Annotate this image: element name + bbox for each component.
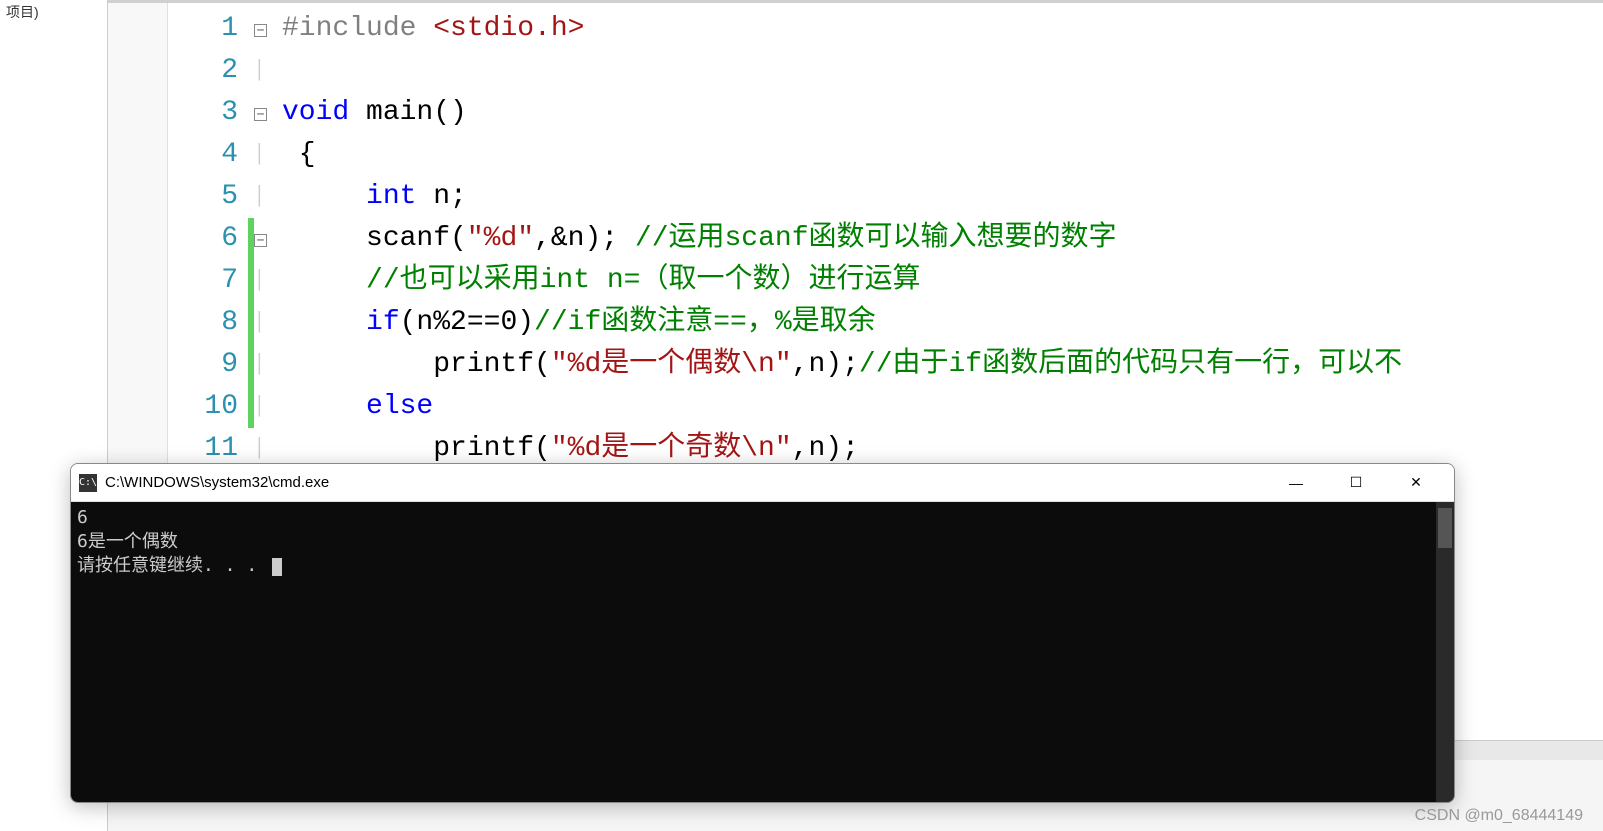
token-keyword: void <box>282 97 349 128</box>
token-plain <box>282 265 366 296</box>
code-line[interactable]: else <box>282 386 1603 428</box>
line-number: 7 <box>168 260 238 302</box>
fold-toggle-icon[interactable]: − <box>254 24 267 37</box>
console-scrollbar[interactable] <box>1436 502 1454 802</box>
code-line[interactable]: { <box>282 134 1603 176</box>
code-line[interactable]: int n; <box>282 176 1603 218</box>
cursor-icon <box>272 558 282 576</box>
panel-label: 项目) <box>6 4 39 20</box>
code-line[interactable]: #include <stdio.h> <box>282 8 1603 50</box>
change-marker <box>248 302 254 344</box>
token-preproc: #include <box>282 13 433 44</box>
line-number: 4 <box>168 134 238 176</box>
line-number: 9 <box>168 344 238 386</box>
console-window[interactable]: C:\ C:\WINDOWS\system32\cmd.exe — ☐ ✕ 66… <box>70 463 1455 803</box>
token-plain: ,&n); <box>534 223 635 254</box>
line-number: 2 <box>168 50 238 92</box>
cmd-icon: C:\ <box>79 474 97 492</box>
token-plain: { <box>282 139 316 170</box>
scrollbar-thumb[interactable] <box>1438 508 1452 548</box>
token-keyword: if <box>366 307 400 338</box>
watermark-text: CSDN @m0_68444149 <box>1415 807 1583 825</box>
code-line[interactable]: printf("%d是一个偶数\n",n);//由于if函数后面的代码只有一行，… <box>282 344 1603 386</box>
console-line: 6 <box>77 506 1448 530</box>
line-number: 10 <box>168 386 238 428</box>
token-string: "%d" <box>467 223 534 254</box>
token-plain: ,n); <box>792 349 859 380</box>
console-line: 请按任意键继续. . . <box>77 554 1448 578</box>
minimize-button[interactable]: — <box>1266 464 1326 502</box>
token-comment: //由于if函数后面的代码只有一行，可以不 <box>859 349 1402 380</box>
token-comment: //if函数注意==，%是取余 <box>534 307 876 338</box>
token-keyword: int <box>366 181 416 212</box>
code-line[interactable]: scanf("%d",&n); //运用scanf函数可以输入想要的数字 <box>282 218 1603 260</box>
token-plain <box>282 391 366 422</box>
code-line[interactable]: void main() <box>282 92 1603 134</box>
token-plain: scanf( <box>282 223 467 254</box>
window-controls: — ☐ ✕ <box>1266 464 1446 502</box>
code-line[interactable]: if(n%2==0)//if函数注意==，%是取余 <box>282 302 1603 344</box>
change-marker <box>248 344 254 386</box>
line-number: 3 <box>168 92 238 134</box>
token-plain: printf( <box>282 433 551 464</box>
line-number: 5 <box>168 176 238 218</box>
token-comment: //运用scanf函数可以输入想要的数字 <box>635 223 1117 254</box>
token-plain <box>282 307 366 338</box>
token-plain: (n%2==0) <box>400 307 534 338</box>
fold-toggle-icon[interactable]: − <box>254 108 267 121</box>
line-number: 8 <box>168 302 238 344</box>
maximize-button[interactable]: ☐ <box>1326 464 1386 502</box>
token-keyword: else <box>366 391 433 422</box>
console-titlebar[interactable]: C:\ C:\WINDOWS\system32\cmd.exe — ☐ ✕ <box>71 464 1454 502</box>
token-plain: printf( <box>282 349 551 380</box>
token-plain: n; <box>416 181 466 212</box>
change-marker <box>248 218 254 260</box>
token-string: "%d是一个偶数\n" <box>551 349 792 380</box>
close-button[interactable]: ✕ <box>1386 464 1446 502</box>
console-output[interactable]: 66是一个偶数请按任意键继续. . . <box>71 502 1454 802</box>
fold-toggle-icon[interactable]: − <box>254 234 267 247</box>
token-string: "%d是一个奇数\n" <box>551 433 792 464</box>
token-comment: //也可以采用int n=（取一个数）进行运算 <box>366 265 920 296</box>
change-marker <box>248 386 254 428</box>
code-line[interactable] <box>282 50 1603 92</box>
code-line[interactable]: //也可以采用int n=（取一个数）进行运算 <box>282 260 1603 302</box>
token-plain: main() <box>349 97 467 128</box>
token-string: <stdio.h> <box>433 13 584 44</box>
console-line: 6是一个偶数 <box>77 530 1448 554</box>
console-title: C:\WINDOWS\system32\cmd.exe <box>105 474 1266 491</box>
token-plain <box>282 181 366 212</box>
line-number: 1 <box>168 8 238 50</box>
change-marker <box>248 260 254 302</box>
token-plain: ,n); <box>792 433 859 464</box>
line-number: 6 <box>168 218 238 260</box>
